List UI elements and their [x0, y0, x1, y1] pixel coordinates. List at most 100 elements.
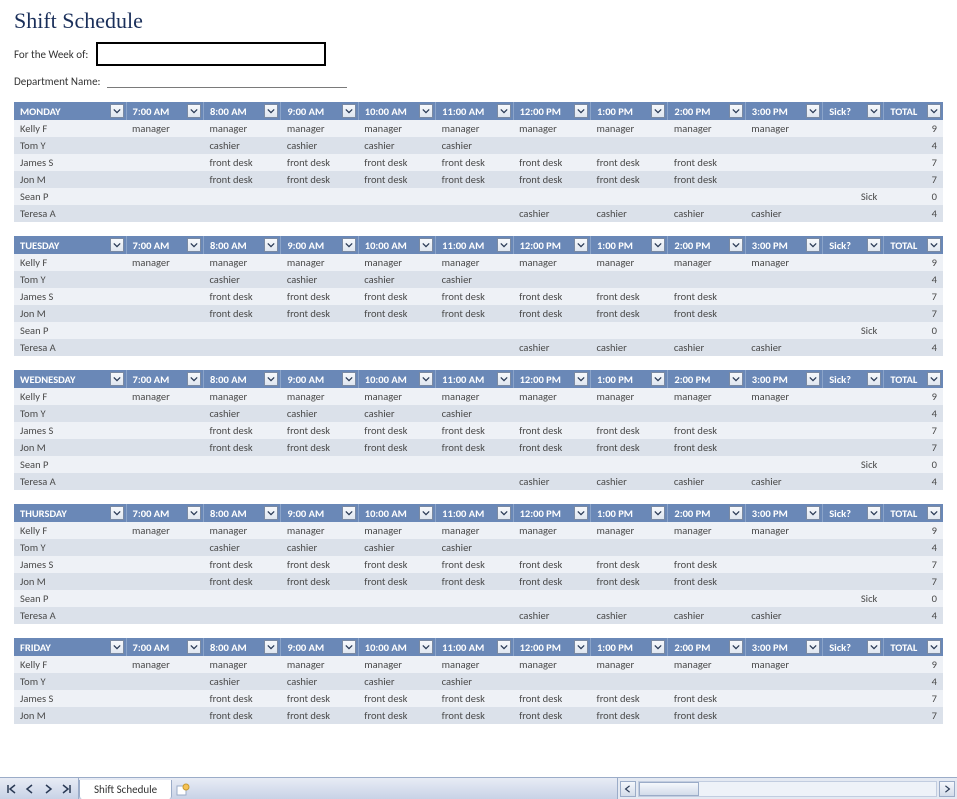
day-header[interactable]: FRIDAY — [14, 638, 126, 656]
sick-cell[interactable] — [823, 673, 884, 690]
shift-cell[interactable]: front desk — [203, 154, 280, 171]
time-header[interactable]: 11:00 AM — [436, 102, 513, 120]
shift-cell[interactable]: cashier — [203, 271, 280, 288]
filter-dropdown-icon[interactable] — [264, 104, 278, 118]
shift-cell[interactable]: manager — [668, 656, 745, 673]
shift-cell[interactable] — [745, 305, 822, 322]
shift-cell[interactable]: manager — [668, 120, 745, 137]
shift-cell[interactable]: cashier — [436, 539, 513, 556]
shift-cell[interactable]: manager — [436, 120, 513, 137]
employee-name[interactable]: Teresa A — [14, 473, 126, 490]
filter-dropdown-icon[interactable] — [574, 372, 588, 386]
sick-cell[interactable] — [823, 288, 884, 305]
shift-cell[interactable]: cashier — [281, 539, 358, 556]
time-header[interactable]: 8:00 AM — [203, 102, 280, 120]
dept-input-line[interactable] — [107, 74, 347, 88]
employee-name[interactable]: Jon M — [14, 707, 126, 724]
sick-cell[interactable] — [823, 573, 884, 590]
shift-cell[interactable]: front desk — [590, 707, 667, 724]
total-header[interactable]: TOTAL — [884, 504, 943, 522]
shift-cell[interactable]: front desk — [436, 707, 513, 724]
shift-cell[interactable]: cashier — [358, 673, 435, 690]
shift-cell[interactable]: front desk — [668, 305, 745, 322]
shift-cell[interactable]: cashier — [203, 137, 280, 154]
shift-cell[interactable]: cashier — [281, 271, 358, 288]
tab-nav-next[interactable] — [40, 781, 56, 797]
time-header[interactable]: 7:00 AM — [126, 638, 203, 656]
shift-cell[interactable]: front desk — [668, 422, 745, 439]
shift-cell[interactable] — [126, 707, 203, 724]
employee-name[interactable]: Tom Y — [14, 137, 126, 154]
shift-cell[interactable] — [513, 456, 590, 473]
filter-dropdown-icon[interactable] — [497, 104, 511, 118]
time-header[interactable]: 9:00 AM — [281, 236, 358, 254]
employee-name[interactable]: Teresa A — [14, 205, 126, 222]
shift-cell[interactable]: front desk — [590, 305, 667, 322]
shift-cell[interactable] — [745, 690, 822, 707]
sick-cell[interactable] — [823, 656, 884, 673]
tab-nav-prev[interactable] — [22, 781, 38, 797]
sick-cell[interactable] — [823, 120, 884, 137]
shift-cell[interactable] — [281, 188, 358, 205]
shift-cell[interactable]: front desk — [513, 573, 590, 590]
sick-header[interactable]: Sick? — [823, 504, 884, 522]
shift-cell[interactable]: front desk — [281, 154, 358, 171]
time-header[interactable]: 3:00 PM — [745, 504, 822, 522]
shift-cell[interactable]: cashier — [436, 271, 513, 288]
shift-cell[interactable] — [126, 673, 203, 690]
sheet-tab-active[interactable]: Shift Schedule — [79, 780, 172, 799]
shift-cell[interactable] — [281, 205, 358, 222]
employee-name[interactable]: Tom Y — [14, 539, 126, 556]
scroll-left-button[interactable] — [620, 781, 636, 797]
shift-cell[interactable]: front desk — [590, 154, 667, 171]
filter-dropdown-icon[interactable] — [729, 372, 743, 386]
employee-name[interactable]: James S — [14, 556, 126, 573]
total-header[interactable]: TOTAL — [884, 102, 943, 120]
shift-cell[interactable]: manager — [513, 522, 590, 539]
sick-header[interactable]: Sick? — [823, 370, 884, 388]
shift-cell[interactable]: front desk — [436, 573, 513, 590]
shift-cell[interactable]: front desk — [203, 305, 280, 322]
filter-dropdown-icon[interactable] — [497, 238, 511, 252]
filter-dropdown-icon[interactable] — [264, 238, 278, 252]
shift-cell[interactable] — [281, 322, 358, 339]
shift-cell[interactable]: manager — [126, 388, 203, 405]
shift-cell[interactable]: manager — [126, 120, 203, 137]
shift-cell[interactable]: front desk — [590, 171, 667, 188]
horizontal-scrollbar[interactable] — [617, 778, 957, 799]
employee-name[interactable]: Jon M — [14, 573, 126, 590]
filter-dropdown-icon[interactable] — [927, 238, 941, 252]
filter-dropdown-icon[interactable] — [927, 506, 941, 520]
filter-dropdown-icon[interactable] — [187, 506, 201, 520]
shift-cell[interactable] — [203, 188, 280, 205]
employee-name[interactable]: James S — [14, 154, 126, 171]
shift-cell[interactable]: manager — [358, 120, 435, 137]
time-header[interactable]: 3:00 PM — [745, 102, 822, 120]
filter-dropdown-icon[interactable] — [651, 506, 665, 520]
shift-cell[interactable] — [203, 205, 280, 222]
time-header[interactable]: 12:00 PM — [513, 236, 590, 254]
day-header[interactable]: MONDAY — [14, 102, 126, 120]
shift-cell[interactable] — [668, 456, 745, 473]
shift-cell[interactable]: cashier — [358, 271, 435, 288]
shift-cell[interactable] — [668, 590, 745, 607]
sick-cell[interactable] — [823, 607, 884, 624]
shift-cell[interactable] — [126, 439, 203, 456]
sick-cell[interactable] — [823, 690, 884, 707]
shift-cell[interactable] — [590, 322, 667, 339]
employee-name[interactable]: Tom Y — [14, 271, 126, 288]
time-header[interactable]: 1:00 PM — [590, 504, 667, 522]
shift-cell[interactable]: front desk — [513, 556, 590, 573]
shift-cell[interactable] — [126, 422, 203, 439]
shift-cell[interactable] — [281, 607, 358, 624]
shift-cell[interactable]: front desk — [203, 171, 280, 188]
shift-cell[interactable]: cashier — [668, 339, 745, 356]
shift-cell[interactable]: front desk — [358, 707, 435, 724]
shift-cell[interactable]: front desk — [590, 288, 667, 305]
shift-cell[interactable]: front desk — [436, 439, 513, 456]
shift-cell[interactable]: cashier — [436, 405, 513, 422]
shift-cell[interactable]: manager — [281, 656, 358, 673]
employee-name[interactable]: James S — [14, 690, 126, 707]
shift-cell[interactable]: manager — [590, 388, 667, 405]
filter-dropdown-icon[interactable] — [110, 506, 124, 520]
